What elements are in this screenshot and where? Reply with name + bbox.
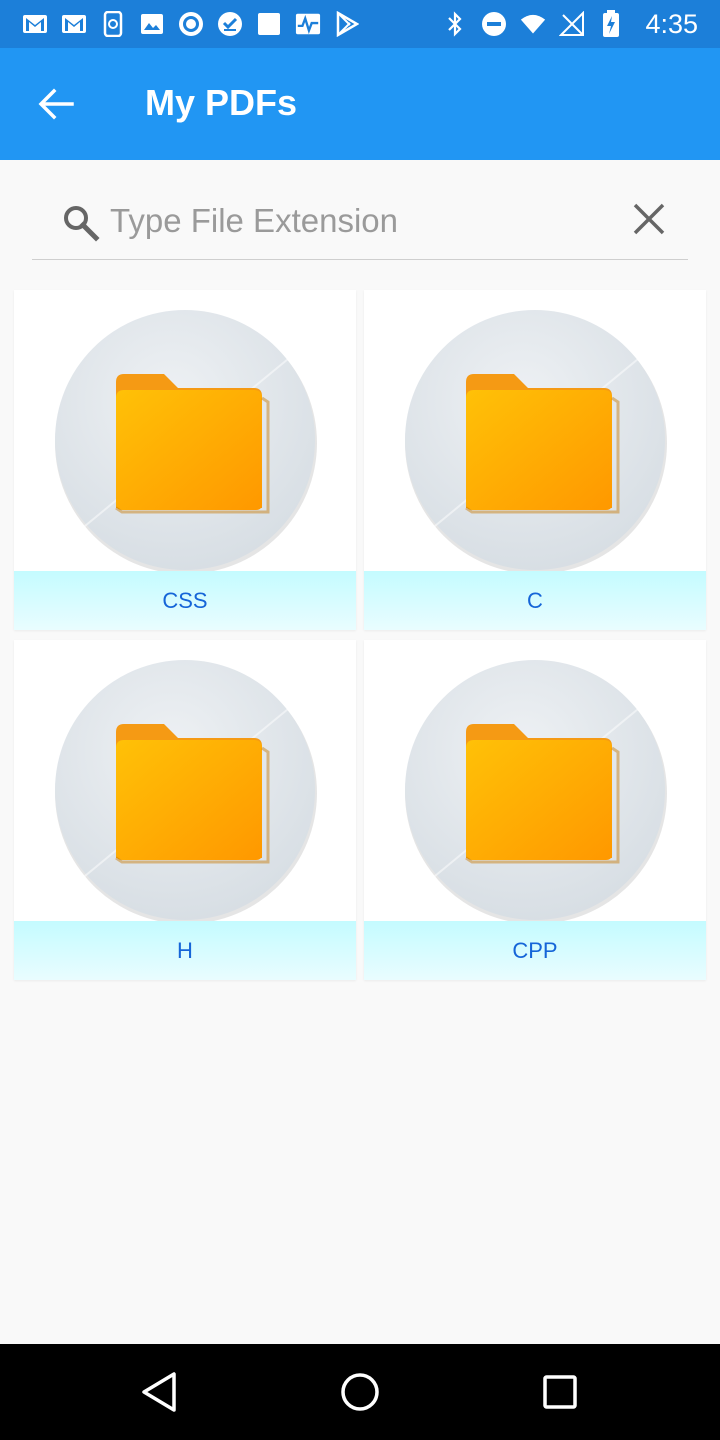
search-bar bbox=[32, 188, 688, 260]
folder-label: C bbox=[364, 571, 706, 630]
do-not-disturb-icon bbox=[481, 11, 507, 37]
folder-icon bbox=[14, 640, 356, 921]
no-signal-icon bbox=[559, 11, 585, 37]
back-button[interactable] bbox=[30, 80, 82, 128]
play-store-icon bbox=[334, 11, 360, 37]
gmail-icon bbox=[22, 11, 48, 37]
folder-icon bbox=[364, 640, 706, 921]
page-title: My PDFs bbox=[145, 82, 298, 123]
system-icons: 4:35 bbox=[442, 9, 698, 40]
search-input[interactable] bbox=[110, 198, 610, 244]
recents-square-icon[interactable] bbox=[536, 1368, 584, 1416]
notification-icons bbox=[22, 11, 360, 37]
back-triangle-icon[interactable] bbox=[136, 1368, 184, 1416]
folder-label: H bbox=[14, 921, 356, 980]
folder-card-h[interactable]: H bbox=[14, 640, 356, 980]
pulse-icon bbox=[295, 11, 321, 37]
folder-card-css[interactable]: CSS bbox=[14, 290, 356, 630]
status-bar: 4:35 bbox=[0, 0, 720, 48]
app-bar: My PDFs bbox=[0, 48, 720, 160]
clock-time: 4:35 bbox=[645, 8, 698, 39]
square-icon bbox=[256, 11, 282, 37]
navigation-bar bbox=[0, 1344, 720, 1440]
close-icon[interactable] bbox=[628, 198, 670, 240]
circle-dot-icon bbox=[178, 11, 204, 37]
battery-charging-icon bbox=[598, 10, 624, 37]
folder-label: CSS bbox=[14, 571, 356, 630]
search-icon bbox=[64, 206, 100, 242]
folder-icon bbox=[364, 290, 706, 571]
gmail-icon bbox=[61, 11, 87, 37]
folder-label: CPP bbox=[364, 921, 706, 980]
check-circle-icon bbox=[217, 11, 243, 37]
folder-card-cpp[interactable]: CPP bbox=[364, 640, 706, 980]
folder-card-c[interactable]: C bbox=[364, 290, 706, 630]
image-icon bbox=[139, 11, 165, 37]
folder-icon bbox=[14, 290, 356, 571]
wifi-icon bbox=[520, 11, 546, 37]
home-circle-icon[interactable] bbox=[336, 1368, 384, 1416]
sync-phone-icon bbox=[100, 11, 126, 37]
folder-grid: CSS C H CPP bbox=[14, 290, 706, 980]
bluetooth-icon bbox=[442, 11, 468, 37]
arrow-back-icon bbox=[38, 88, 74, 120]
